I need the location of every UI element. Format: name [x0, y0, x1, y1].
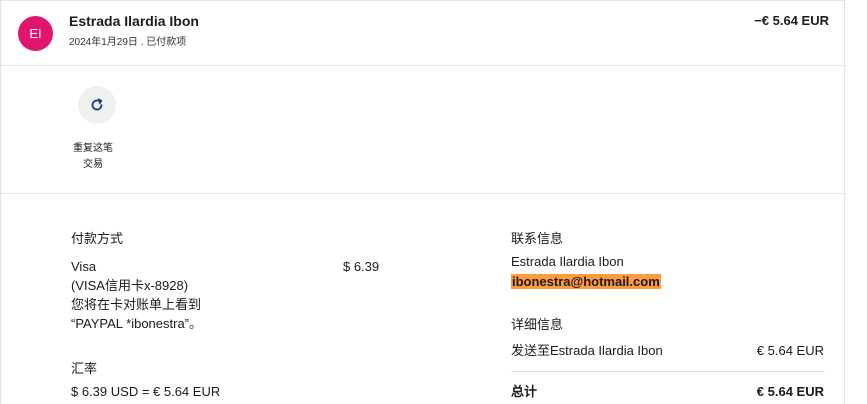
- actions-section: 重复这笔 交易: [1, 66, 846, 194]
- merchant-name: Estrada Ilardia Ibon: [69, 13, 199, 29]
- repeat-transaction-button[interactable]: [78, 86, 116, 124]
- avatar: EI: [18, 16, 53, 51]
- transaction-header[interactable]: EI Estrada Ilardia Ibon 2024年1月29日 . 已付款…: [1, 1, 846, 66]
- exchange-rate-value: $ 6.39 USD = € 5.64 EUR: [71, 384, 221, 399]
- contact-email[interactable]: ibonestra@hotmail.com: [511, 272, 661, 291]
- repeat-transaction-label[interactable]: 重复这笔 交易: [63, 141, 123, 173]
- sent-to-label: 发送至Estrada Ilardia Ibon: [511, 343, 663, 358]
- sent-to-amount: € 5.64 EUR: [756, 343, 824, 358]
- details-divider: [511, 371, 825, 372]
- contact-heading: 联系信息: [511, 231, 564, 246]
- card-detail: (VISA信用卡x-8928): [71, 278, 189, 293]
- statement-note-line2: “PAYPAL *ibonestra”。: [71, 316, 203, 331]
- payment-method-name: Visa: [71, 259, 97, 274]
- exchange-rate-heading: 汇率: [71, 361, 98, 376]
- details-heading: 详细信息: [511, 317, 564, 332]
- statement-note-line1: 您将在卡对账单上看到: [71, 297, 202, 312]
- contact-name: Estrada Ilardia Ibon: [511, 254, 624, 269]
- payment-method-amount: $ 6.39: [343, 259, 380, 274]
- contact-email-text[interactable]: ibonestra@hotmail.com: [511, 274, 661, 289]
- total-label: 总计: [511, 384, 538, 399]
- transaction-amount: −€ 5.64 EUR: [754, 13, 829, 28]
- total-amount: € 5.64 EUR: [756, 384, 824, 399]
- transaction-date-status: 2024年1月29日 . 已付款项: [69, 37, 187, 48]
- refresh-icon: [91, 98, 103, 111]
- transaction-card: EI Estrada Ilardia Ibon 2024年1月29日 . 已付款…: [0, 0, 846, 404]
- payment-method-heading: 付款方式: [71, 231, 124, 246]
